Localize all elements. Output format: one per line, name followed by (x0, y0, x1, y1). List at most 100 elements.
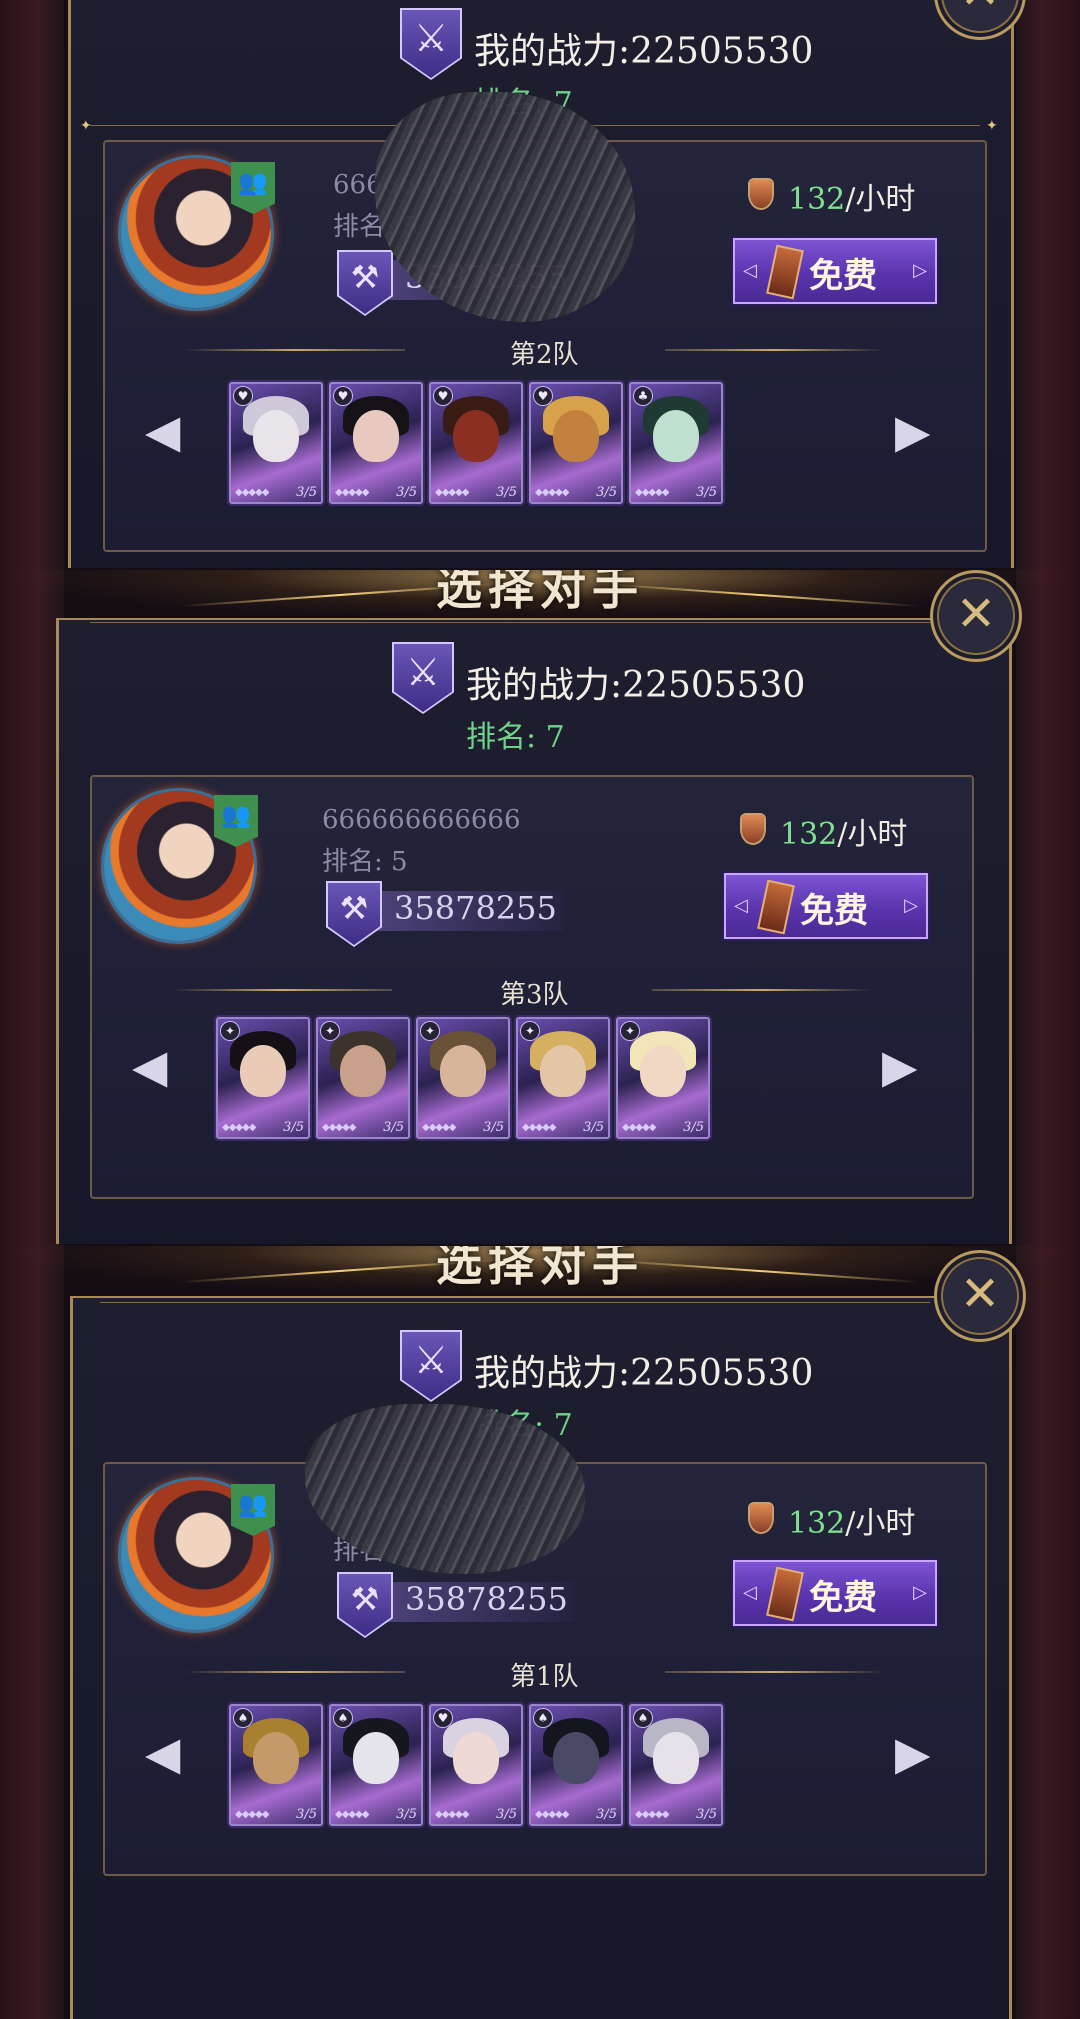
hero-card[interactable]: ♥ ◆◆◆◆◆ 3/5 (429, 382, 523, 504)
hero-level: 3/5 (383, 1120, 404, 1135)
hero-level: 3/5 (496, 1807, 517, 1822)
opponent-power: 35878255 (405, 1580, 568, 1618)
star-rating-icon: ◆◆◆◆◆ (235, 1809, 269, 1820)
team-label: 第1队 (510, 1662, 579, 1692)
star-icon: ✦ (621, 1022, 639, 1040)
hero-face (253, 410, 299, 462)
close-button[interactable]: ✕ (934, 1250, 1026, 1342)
clover-icon: ♣ (634, 387, 652, 405)
opponent-rank: 排名: 5 (322, 847, 408, 877)
star-rating-icon: ◆◆◆◆◆ (635, 1809, 669, 1820)
my-power: 我的战力:22505530 (474, 31, 814, 72)
star-rating-icon: ◆◆◆◆◆ (535, 487, 569, 498)
screenshot-panel-3: 选择对手 ✕ ⚔ 我的战力:22505530 排名: 7 👥 666666666… (0, 1246, 1080, 2019)
ticket-icon (757, 879, 795, 935)
hero-level: 3/5 (296, 485, 317, 500)
star-rating-icon: ◆◆◆◆◆ (422, 1122, 456, 1133)
star-rating-icon: ◆◆◆◆◆ (622, 1122, 656, 1133)
hero-face (653, 1732, 699, 1784)
friends-icon: 👥 (231, 162, 275, 214)
shield-income-icon (742, 815, 764, 843)
hero-card[interactable]: ✦ ◆◆◆◆◆ 3/5 (516, 1017, 610, 1139)
star-rating-icon: ◆◆◆◆◆ (435, 487, 469, 498)
hero-face (553, 410, 599, 462)
team-label: 第3队 (500, 980, 569, 1010)
hero-card[interactable]: ♠ ◆◆◆◆◆ 3/5 (529, 1704, 623, 1826)
hero-level: 3/5 (596, 1807, 617, 1822)
close-icon: ✕ (959, 1266, 1001, 1322)
heart-icon: ♥ (434, 387, 452, 405)
hero-card[interactable]: ♠ ◆◆◆◆◆ 3/5 (329, 1704, 423, 1826)
my-power: 我的战力:22505530 (466, 665, 806, 706)
next-team-arrow-icon[interactable]: ▶ (882, 1039, 917, 1093)
hero-card[interactable]: ✦ ◆◆◆◆◆ 3/5 (216, 1017, 310, 1139)
close-icon: ✕ (955, 586, 997, 642)
opponent-name: 666666666666 (322, 805, 521, 835)
my-rank: 排名: 7 (466, 720, 565, 755)
hero-card[interactable]: ♥ ◆◆◆◆◆ 3/5 (229, 382, 323, 504)
shield-income-icon (750, 1504, 772, 1532)
hero-face (353, 410, 399, 462)
dialog-title: 选择对手 (436, 1246, 644, 1291)
hero-card[interactable]: ✦ ◆◆◆◆◆ 3/5 (416, 1017, 510, 1139)
opponent-card[interactable]: 👥 666666666666 排名: 5 ⚒ 35878255 132/小时 ◁… (103, 92, 987, 552)
hero-level: 3/5 (483, 1120, 504, 1135)
opponent-card[interactable]: 👥 666666666666 排名: 5 ⚒ 35878255 132/小时 ◁… (103, 1404, 987, 1876)
free-challenge-button[interactable]: ◁ 免费 ▷ (733, 238, 937, 304)
hero-face (440, 1045, 486, 1097)
close-button[interactable]: ✕ (930, 570, 1022, 662)
friends-icon: 👥 (231, 1484, 275, 1536)
hero-level: 3/5 (496, 485, 517, 500)
hero-face (240, 1045, 286, 1097)
next-team-arrow-icon[interactable]: ▶ (895, 404, 930, 458)
heart-icon: ♥ (234, 387, 252, 405)
hero-card[interactable]: ✦ ◆◆◆◆◆ 3/5 (316, 1017, 410, 1139)
opponent-card[interactable]: 👥 666666666666 排名: 5 ⚒ 35878255 132/小时 ◁… (90, 775, 974, 1199)
prev-team-arrow-icon[interactable]: ◀ (145, 1726, 180, 1780)
star-rating-icon: ◆◆◆◆◆ (635, 487, 669, 498)
star-rating-icon: ◆◆◆◆◆ (435, 1809, 469, 1820)
prev-team-arrow-icon[interactable]: ◀ (132, 1039, 167, 1093)
hero-card[interactable]: ♠ ◆◆◆◆◆ 3/5 (629, 1704, 723, 1826)
hero-card[interactable]: ♥ ◆◆◆◆◆ 3/5 (329, 382, 423, 504)
hero-card[interactable]: ♥ ◆◆◆◆◆ 3/5 (529, 382, 623, 504)
income-rate: 132/小时 (788, 182, 916, 217)
hero-card[interactable]: ♠ ◆◆◆◆◆ 3/5 (229, 1704, 323, 1826)
free-challenge-button[interactable]: ◁ 免费 ▷ (733, 1560, 937, 1626)
spade-icon: ♠ (534, 1709, 552, 1727)
star-rating-icon: ◆◆◆◆◆ (335, 1809, 369, 1820)
hero-card[interactable]: ✦ ◆◆◆◆◆ 3/5 (616, 1017, 710, 1139)
opponent-power: 35878255 (394, 889, 557, 927)
hero-card[interactable]: ♥ ◆◆◆◆◆ 3/5 (429, 1704, 523, 1826)
hero-face (253, 1732, 299, 1784)
heart-icon: ♥ (334, 387, 352, 405)
hero-face (453, 410, 499, 462)
hero-face (353, 1732, 399, 1784)
spade-icon: ♠ (634, 1709, 652, 1727)
hero-face (453, 1732, 499, 1784)
hero-level: 3/5 (396, 485, 417, 500)
free-challenge-button[interactable]: ◁ 免费 ▷ (724, 873, 928, 939)
heart-icon: ♥ (434, 1709, 452, 1727)
ticket-icon (766, 1566, 804, 1622)
free-button-label: 免费 (800, 891, 868, 931)
star-rating-icon: ◆◆◆◆◆ (322, 1122, 356, 1133)
crossed-hammers-icon: ⚒ (339, 1574, 391, 1636)
star-rating-icon: ◆◆◆◆◆ (522, 1122, 556, 1133)
ticket-icon (766, 244, 804, 300)
shield-income-icon (750, 180, 772, 208)
team-label: 第2队 (510, 340, 579, 370)
hero-card[interactable]: ♣ ◆◆◆◆◆ 3/5 (629, 382, 723, 504)
prev-team-arrow-icon[interactable]: ◀ (145, 404, 180, 458)
star-icon: ✦ (321, 1022, 339, 1040)
star-rating-icon: ◆◆◆◆◆ (222, 1122, 256, 1133)
next-team-arrow-icon[interactable]: ▶ (895, 1726, 930, 1780)
spade-icon: ♠ (334, 1709, 352, 1727)
hero-level: 3/5 (283, 1120, 304, 1135)
star-rating-icon: ◆◆◆◆◆ (335, 487, 369, 498)
screenshot-panel-1: ✕ ✦ ✦ ⚔ 我的战力:22505530 排名: 7 👥 6666666666… (0, 0, 1080, 568)
hero-level: 3/5 (696, 1807, 717, 1822)
hero-face (653, 410, 699, 462)
close-icon: ✕ (937, 0, 1023, 19)
star-rating-icon: ◆◆◆◆◆ (535, 1809, 569, 1820)
